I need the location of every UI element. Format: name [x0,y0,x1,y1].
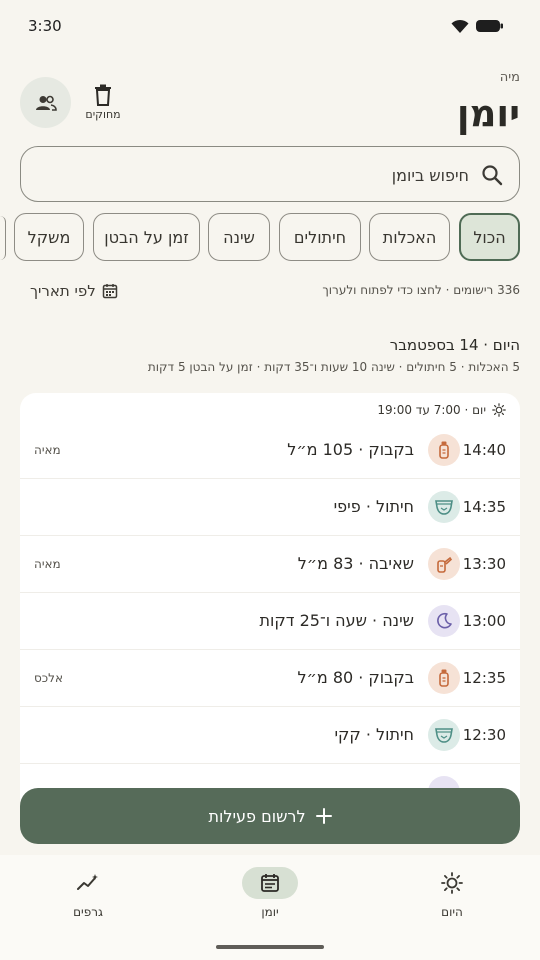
entry-text: שאיבה · 83 מ״ל [297,554,414,573]
entry-text: בקבוק · 80 מ״ל [297,668,414,687]
entry-text: שינה · שעה ו־25 דקות [259,611,414,630]
people-icon [35,95,57,111]
entry-caregiver: מאיה [34,443,61,457]
status-bar: 3:30 [0,0,540,52]
entry-time: 13:00 [462,612,506,630]
entry-time: 12:30 [462,726,506,744]
battery-icon [476,20,503,32]
entry-row[interactable]: 12:30 חיתול · קקי [20,707,520,764]
child-name: מיה [499,70,520,85]
entry-row[interactable]: 14:35 חיתול · פיפי [20,479,520,536]
nav-icon-wrap [242,867,298,899]
day-period-label: יום · 7:00 עד 19:00 [377,403,486,417]
caregivers-button[interactable] [20,77,71,128]
entry-time: 13:30 [462,555,506,573]
entry-caregiver: מאיה [34,557,61,571]
search-input[interactable] [69,161,469,189]
home-indicator[interactable] [216,945,324,949]
entry-time: 14:40 [462,441,506,459]
search-box[interactable] [20,146,520,202]
filter-chip-tummy-time[interactable]: זמן על הבטן [93,213,200,261]
nav-label-charts: גרפים [73,905,103,919]
nav-icon-wrap [60,867,116,899]
log-activity-label: לרשום פעילות [208,806,306,826]
diaper-icon [428,491,460,523]
status-time: 3:30 [28,17,62,35]
entry-text: חיתול · קקי [334,725,414,744]
entry-time: 14:35 [462,498,506,516]
entry-text: בקבוק · 105 מ״ל [287,440,414,459]
filter-chip-overflow[interactable] [0,216,6,260]
by-date-label: לפי תאריך [30,282,96,300]
day-title: היום · 14 בספטמבר [389,336,520,354]
trash-icon [95,84,111,106]
deleted-label: מחוקים [85,108,121,121]
entry-row[interactable]: 12:35 בקבוק · 80 מ״ל אלכס [20,650,520,707]
plus-icon [315,808,332,824]
journal-icon [261,874,279,892]
filter-chip-feedings[interactable]: האכלות [369,213,450,261]
calendar-icon [102,284,118,299]
chart-icon [77,874,98,890]
sun-icon [441,872,463,894]
log-activity-button[interactable]: לרשום פעילות [20,788,520,844]
filter-chip-sleep[interactable]: שינה [208,213,270,261]
pump-icon [428,548,460,580]
nav-label-today: היום [441,905,463,919]
entry-text: חיתול · פיפי [333,497,414,516]
wifi-icon [451,19,469,33]
bottle-icon [428,434,460,466]
page-title: יומן [456,92,520,135]
entry-row[interactable]: 13:30 שאיבה · 83 מ״ל מאיה [20,536,520,593]
diaper-icon [428,719,460,751]
search-icon [482,165,503,186]
entry-row[interactable]: 14:40 בקבוק · 105 מ״ל מאיה [20,422,520,479]
nav-label-journal: יומן [261,905,279,919]
entry-caregiver: אלכס [34,671,63,685]
bottle-icon [428,662,460,694]
nav-icon-wrap [424,867,480,899]
day-summary: 5 האכלות · 5 חיתולים · שינה 10 שעות ו־35… [147,360,520,374]
deleted-button[interactable]: מחוקים [82,82,124,126]
sun-icon [492,403,506,417]
nav-item-charts[interactable]: גרפים [33,867,143,919]
day-period: יום · 7:00 עד 19:00 [377,403,506,417]
entry-time: 12:35 [462,669,506,687]
filter-chip-diapers[interactable]: חיתולים [279,213,361,261]
entries-count: 336 רישומים · לחצו כדי לפתוח ולערוך [322,283,520,297]
nav-item-today[interactable]: היום [397,867,507,919]
filter-chip-weight[interactable]: משקל [14,213,84,261]
entry-row[interactable]: 13:00 שינה · שעה ו־25 דקות [20,593,520,650]
nav-item-journal[interactable]: יומן [215,867,325,919]
day-entries-card: יום · 7:00 עד 19:00 14:40 בקבוק · 105 מ״… [20,393,520,813]
moon-icon [428,605,460,637]
filter-chip-all[interactable]: הכול [459,213,520,261]
by-date-button[interactable]: לפי תאריך [30,279,118,303]
